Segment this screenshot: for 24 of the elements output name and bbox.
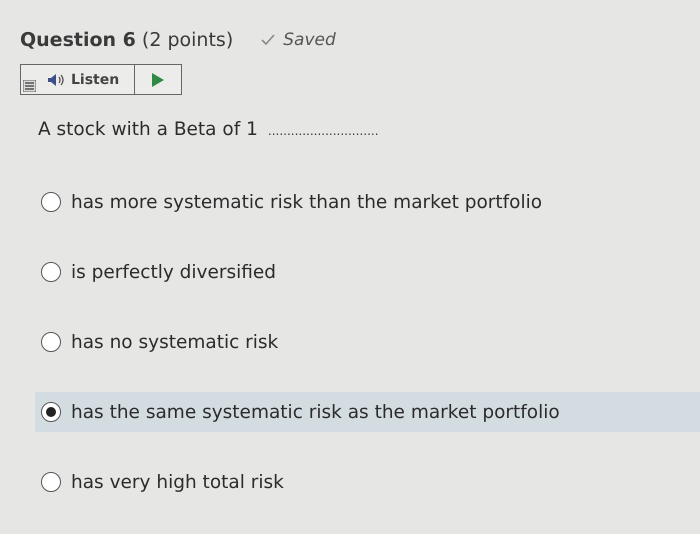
saved-status: Saved: [283, 30, 336, 50]
radio-button[interactable]: [41, 472, 61, 492]
menu-icon: [23, 80, 36, 92]
answer-option[interactable]: is perfectly diversified: [35, 252, 700, 292]
radio-button[interactable]: [41, 192, 61, 212]
answer-option[interactable]: has more systematic risk than the market portfolio: [35, 182, 700, 222]
speaker-icon: [47, 72, 65, 86]
option-label: is perfectly diversified: [71, 262, 276, 282]
answer-option[interactable]: has the same systematic risk as the market portfolio: [35, 392, 700, 432]
option-label: has more systematic risk than the market portfolio: [71, 192, 542, 212]
answer-option[interactable]: has very high total risk: [35, 462, 700, 502]
radio-button[interactable]: [41, 402, 61, 422]
option-label: has no systematic risk: [71, 332, 278, 352]
option-label: has the same systematic risk as the market portfolio: [71, 402, 560, 422]
question-text: A stock with a Beta of 1: [38, 119, 258, 140]
play-icon: [152, 72, 164, 86]
radio-button[interactable]: [41, 262, 61, 282]
radio-button[interactable]: [41, 332, 61, 352]
listen-button[interactable]: Listen: [21, 65, 135, 94]
option-label: has very high total risk: [71, 472, 284, 492]
answer-option[interactable]: has no systematic risk: [35, 322, 700, 362]
answer-blank: .............................: [268, 124, 379, 138]
check-icon: [261, 34, 276, 46]
question-title: Question 6 (2 points): [20, 29, 234, 51]
